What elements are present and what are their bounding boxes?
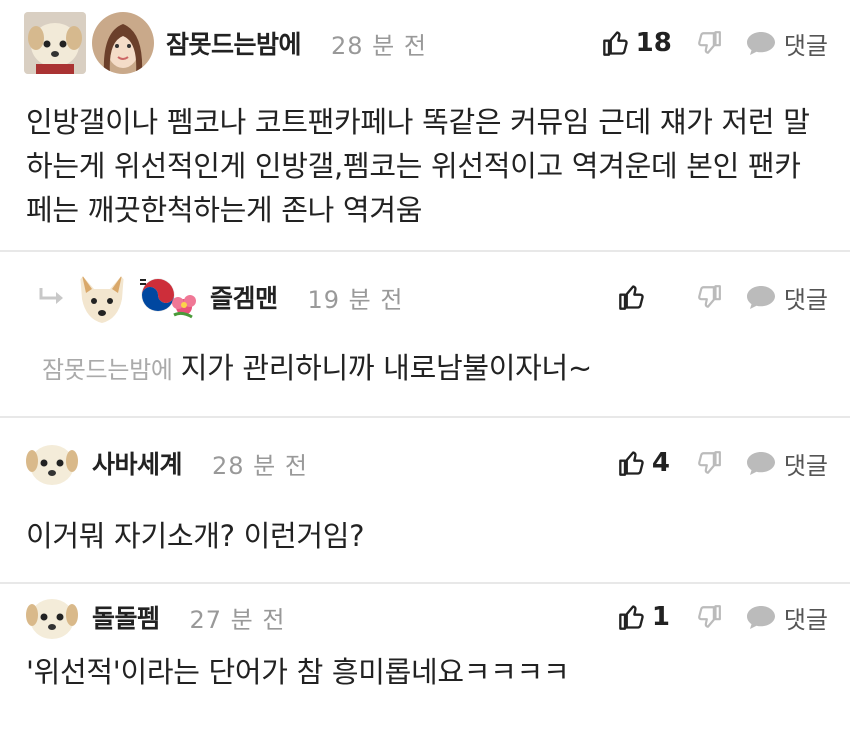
reply-label: 댓글 [783,605,828,634]
avatar[interactable] [24,435,80,491]
comment-text: 이거뭐 자기소개? 이런거임? [26,519,365,553]
speech-bubble-icon [746,452,775,475]
comment: 잠못드는밤에 28 분 전 18 댓글 인방갤이나 펨코나 코트팬카페나 똑같은… [0,0,850,252]
reply-label: 댓글 [783,285,828,314]
comment: 사바세계 28 분 전 4 댓글 이거뭐 자기소개? 이런거임? [0,418,850,584]
dislike-button[interactable] [696,284,722,310]
comment-timestamp: 27 분 전 [189,605,286,634]
reply-button[interactable]: 댓글 [746,446,828,481]
reply-button[interactable]: 댓글 [746,26,828,61]
reply-label: 댓글 [783,451,828,480]
avatar-group [24,435,80,491]
comment-timestamp: 28 분 전 [212,451,308,480]
thumbs-down-icon [697,285,721,308]
avatar-group [24,589,80,645]
thumbs-up-icon [618,605,644,630]
like-button[interactable]: 4 [618,448,672,478]
like-button[interactable]: 18 [602,28,672,58]
reply-label: 댓글 [783,31,828,60]
speech-bubble-icon [746,606,775,629]
comment-timestamp: 28 분 전 [331,31,427,60]
comment-text: '위선적'이라는 단어가 참 흥미롭네요ㅋㅋㅋㅋ [26,655,570,689]
comment-author[interactable]: 즐겜맨 [210,279,278,315]
dislike-button[interactable] [696,450,722,476]
thumbs-up-icon [618,451,644,476]
like-button[interactable] [618,283,672,311]
reply-button[interactable]: 댓글 [746,280,828,315]
reply-arrow-icon [39,288,63,304]
dislike-button[interactable] [696,604,722,630]
thumbs-down-icon [697,605,721,628]
comment-timestamp: 19 분 전 [307,285,404,314]
comment-header: 즐겜맨 19 분 전 댓글 [0,262,850,332]
comment-text: 지가 관리하니까 내로남불이자너~ [180,351,592,385]
comment-author[interactable]: 잠못드는밤에 [166,25,302,61]
comment-author[interactable]: 사바세계 [92,445,183,481]
comment: 돌돌펨 27 분 전 1 댓글 '위선적'이라는 단어가 참 흥미롭네요ㅋㅋㅋㅋ [0,584,850,738]
speech-bubble-icon [746,286,775,309]
comment-author[interactable]: 돌돌펨 [92,599,160,635]
avatar-group [74,269,198,325]
comment-actions: 18 댓글 [578,8,828,78]
avatar[interactable] [24,12,86,74]
like-count: 18 [635,28,672,58]
reply-comment: 즐겜맨 19 분 전 댓글 잠못드는밤에 지가 관리하니까 내로남불이자너~ [0,252,850,418]
thumbs-up-icon [618,285,644,310]
comment-actions: 1 댓글 [594,582,828,652]
avatar[interactable] [24,589,80,645]
thumbs-down-icon [697,451,721,474]
comment-text-row: 잠못드는밤에 지가 관리하니까 내로남불이자너~ [42,346,824,392]
comment-actions: 4 댓글 [594,428,828,498]
comment-actions: 댓글 [594,262,828,332]
comment-header: 사바세계 28 분 전 4 댓글 [0,428,850,498]
like-count: 4 [651,448,670,478]
like-count: 1 [651,602,670,632]
comment-header: 잠못드는밤에 28 분 전 18 댓글 [0,8,850,78]
comment-header: 돌돌펨 27 분 전 1 댓글 [0,582,850,652]
comment-text: 인방갤이나 펨코나 코트팬카페나 똑같은 커뮤임 근데 쟤가 저런 말 하는게 … [26,105,810,227]
flag-badge [138,275,198,319]
avatar[interactable] [74,269,130,325]
mention[interactable]: 잠못드는밤에 [42,356,173,384]
like-button[interactable]: 1 [618,602,672,632]
avatar[interactable] [92,12,154,74]
reply-button[interactable]: 댓글 [746,600,828,635]
korea-flag-flower-icon [140,278,196,319]
speech-bubble-icon [746,32,775,55]
dislike-button[interactable] [696,30,722,56]
avatar-group [24,12,154,74]
thumbs-up-icon [602,31,628,56]
thumbs-down-icon [697,31,721,54]
